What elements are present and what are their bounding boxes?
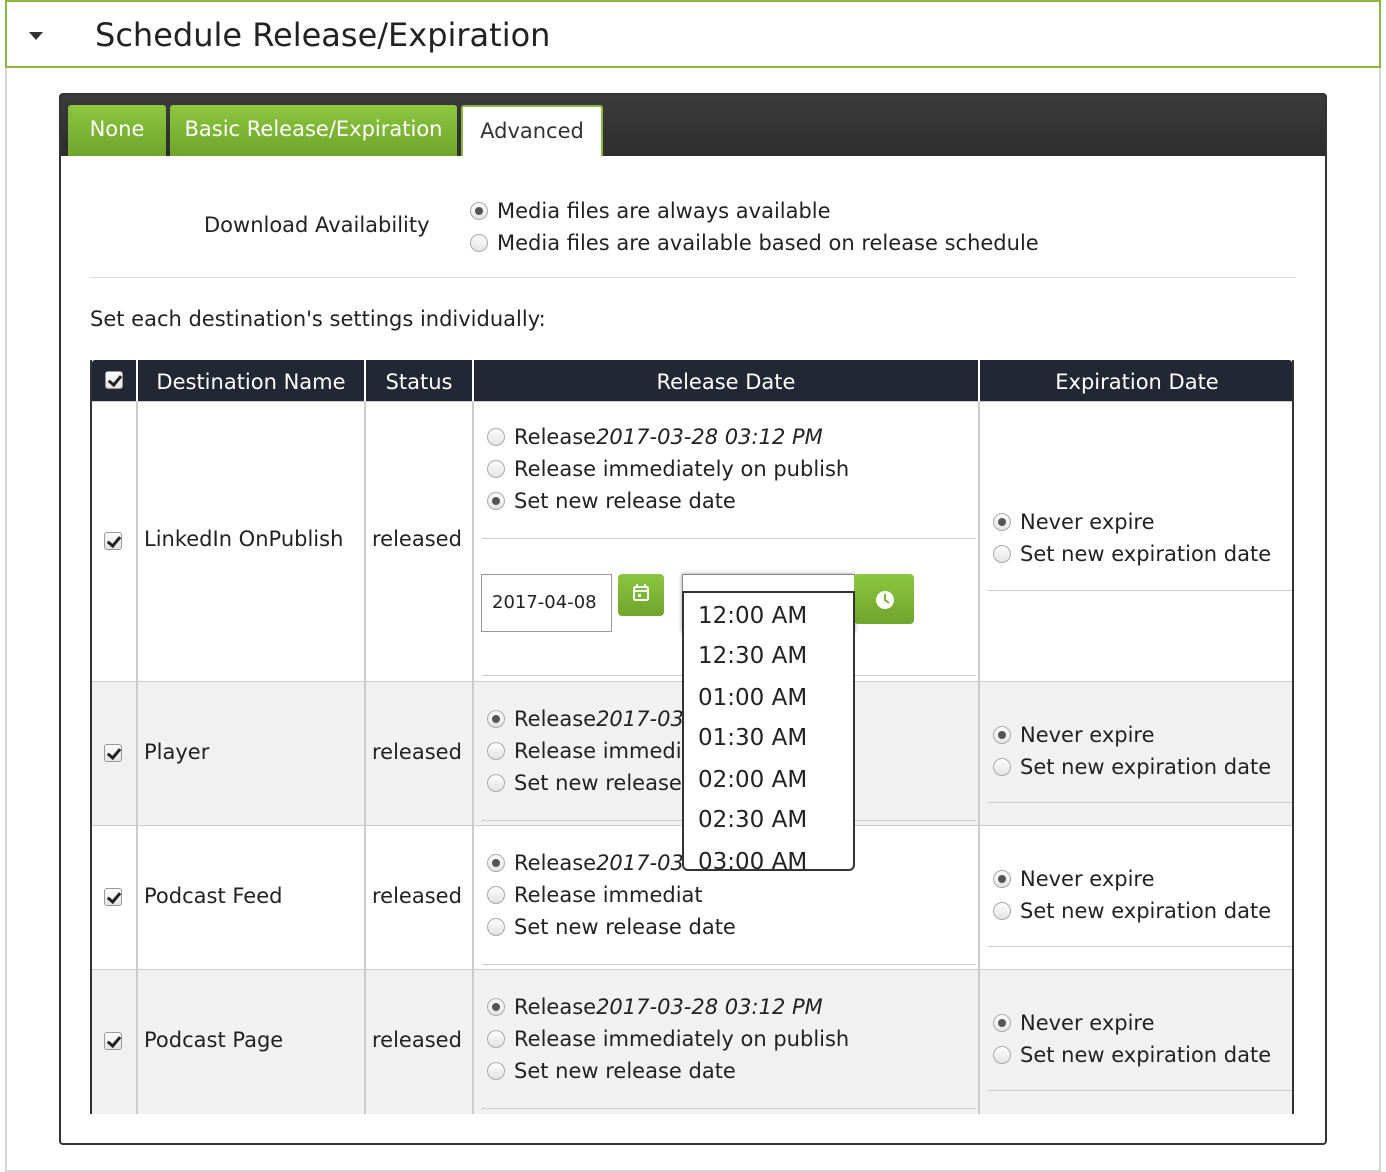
divider — [90, 277, 1296, 278]
radio-button[interactable] — [487, 854, 505, 872]
destination-name: Player — [144, 740, 210, 764]
set-new-release-option[interactable]: Set new release date — [487, 489, 736, 513]
release-existing-option[interactable]: Release 2017-03-28 03:12 PM — [487, 425, 823, 449]
tab-advanced[interactable]: Advanced — [461, 105, 603, 156]
time-option[interactable]: 03:00 AM — [698, 849, 807, 869]
radio-button[interactable] — [993, 902, 1011, 920]
radio-button[interactable] — [487, 1062, 505, 1080]
release-existing-option[interactable]: Release 2017-03-28 03:12 PM — [487, 995, 823, 1019]
set-new-release-option[interactable]: Set new release date — [487, 915, 736, 939]
release-immediately-option[interactable]: Release immediately on publish — [487, 457, 849, 481]
never-expire-option[interactable]: Never expire — [993, 510, 1155, 534]
time-option[interactable]: 02:30 AM — [698, 807, 807, 833]
header-release-date[interactable]: Release Date — [474, 360, 980, 401]
tab-bar: None Basic Release/Expiration Advanced — [61, 95, 1325, 156]
radio-button[interactable] — [487, 998, 505, 1016]
radio-button[interactable] — [487, 886, 505, 904]
time-dropdown[interactable]: 12:00 AM 12:30 AM 01:00 AM 01:30 AM 02:0… — [682, 591, 855, 871]
panel-title: Schedule Release/Expiration — [95, 16, 551, 54]
individual-settings-label: Set each destination's settings individu… — [90, 307, 546, 331]
download-availability-label: Download Availability — [204, 213, 430, 237]
availability-schedule-option[interactable]: Media files are available based on relea… — [470, 231, 1039, 255]
never-expire-option[interactable]: Never expire — [993, 867, 1155, 891]
table-row: Podcast Page released Release 2017-03-28… — [92, 969, 1292, 1114]
radio-button[interactable] — [993, 513, 1011, 531]
availability-always-option[interactable]: Media files are always available — [470, 199, 831, 223]
time-option[interactable]: 01:00 AM — [698, 685, 807, 711]
row-checkbox[interactable] — [104, 888, 122, 906]
never-expire-option[interactable]: Never expire — [993, 723, 1155, 747]
calendar-icon — [633, 584, 649, 601]
select-all-checkbox[interactable] — [105, 371, 123, 389]
radio-button[interactable] — [487, 460, 505, 478]
set-new-release-option[interactable]: Set new release c — [487, 771, 700, 795]
header-expiration-date[interactable]: Expiration Date — [980, 360, 1292, 401]
destination-name: Podcast Feed — [144, 884, 283, 908]
row-checkbox[interactable] — [104, 744, 122, 762]
calendar-button[interactable] — [618, 574, 664, 616]
destination-name: LinkedIn OnPublish — [144, 527, 344, 551]
radio-button[interactable] — [487, 492, 505, 510]
radio-button[interactable] — [993, 1014, 1011, 1032]
status-text: released — [372, 527, 462, 551]
row-checkbox[interactable] — [104, 532, 122, 550]
time-option[interactable]: 12:30 AM — [698, 643, 807, 669]
radio-button[interactable] — [993, 758, 1011, 776]
destinations-table: Destination Name Status Release Date Exp… — [90, 360, 1294, 1114]
time-option[interactable]: 12:00 AM — [698, 603, 807, 629]
header-destination-name[interactable]: Destination Name — [138, 360, 366, 401]
table-header: Destination Name Status Release Date Exp… — [92, 360, 1292, 401]
header-select-all — [92, 360, 138, 401]
status-text: released — [372, 884, 462, 908]
never-expire-option[interactable]: Never expire — [993, 1011, 1155, 1035]
radio-button[interactable] — [993, 726, 1011, 744]
status-text: released — [372, 1028, 462, 1052]
set-new-expiration-option[interactable]: Set new expiration date — [993, 899, 1271, 923]
release-immediately-option[interactable]: Release immediat — [487, 739, 703, 763]
tab-none[interactable]: None — [68, 105, 166, 156]
radio-button[interactable] — [993, 1046, 1011, 1064]
clock-button[interactable] — [854, 574, 914, 624]
time-option[interactable]: 01:30 AM — [698, 725, 807, 751]
set-new-expiration-option[interactable]: Set new expiration date — [993, 542, 1271, 566]
radio-button[interactable] — [487, 918, 505, 936]
time-option[interactable]: 02:00 AM — [698, 767, 807, 793]
radio-button[interactable] — [487, 742, 505, 760]
row-checkbox[interactable] — [104, 1032, 122, 1050]
release-existing-option[interactable]: Release 2017-03- — [487, 851, 691, 875]
tab-basic-release-expiration[interactable]: Basic Release/Expiration — [170, 105, 457, 156]
release-immediately-option[interactable]: Release immediately on publish — [487, 1027, 849, 1051]
release-existing-option[interactable]: Release 2017-03- — [487, 707, 691, 731]
release-immediately-option[interactable]: Release immediat — [487, 883, 703, 907]
radio-button[interactable] — [470, 234, 488, 252]
radio-button[interactable] — [993, 545, 1011, 563]
radio-button[interactable] — [487, 428, 505, 446]
radio-button[interactable] — [487, 1030, 505, 1048]
caret-down-icon[interactable] — [29, 32, 43, 40]
header-status[interactable]: Status — [366, 360, 474, 401]
radio-button[interactable] — [487, 710, 505, 728]
radio-button[interactable] — [470, 202, 488, 220]
set-new-release-option[interactable]: Set new release date — [487, 1059, 736, 1083]
release-settings-box: None Basic Release/Expiration Advanced D… — [59, 93, 1327, 1145]
set-new-expiration-option[interactable]: Set new expiration date — [993, 755, 1271, 779]
status-text: released — [372, 740, 462, 764]
clock-icon — [876, 591, 894, 609]
release-date-input[interactable]: 2017-04-08 — [481, 574, 612, 632]
schedule-panel-header[interactable]: Schedule Release/Expiration — [5, 0, 1381, 68]
radio-button[interactable] — [993, 870, 1011, 888]
radio-button[interactable] — [487, 774, 505, 792]
destination-name: Podcast Page — [144, 1028, 284, 1052]
set-new-expiration-option[interactable]: Set new expiration date — [993, 1043, 1271, 1067]
